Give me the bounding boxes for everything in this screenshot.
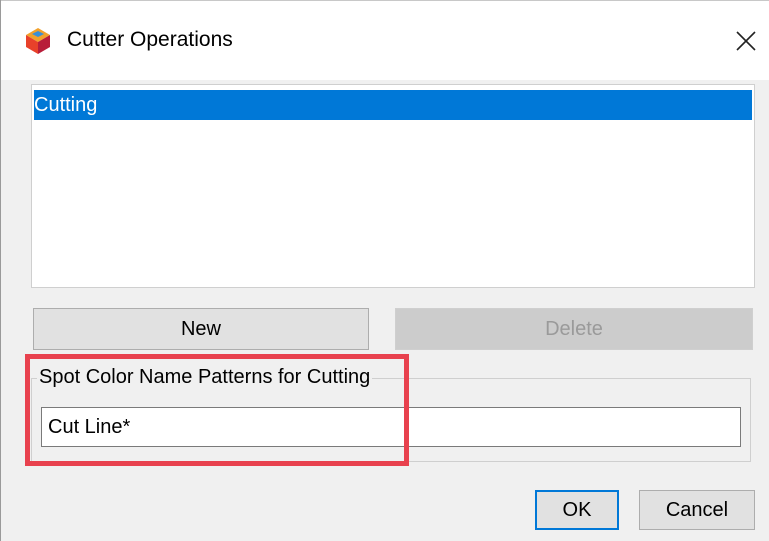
new-button[interactable]: New [33, 308, 369, 350]
cutter-operations-dialog: Cutter Operations Cutting New Delete Spo… [0, 0, 769, 541]
close-button[interactable] [723, 20, 769, 62]
close-icon [736, 31, 756, 51]
delete-button[interactable]: Delete [395, 308, 753, 350]
cancel-button[interactable]: Cancel [639, 490, 755, 530]
operations-listbox[interactable]: Cutting [31, 84, 755, 288]
app-icon [23, 26, 53, 56]
list-item-cutting[interactable]: Cutting [34, 90, 752, 120]
title-bar: Cutter Operations [1, 0, 769, 80]
ok-button[interactable]: OK [535, 490, 619, 530]
window-top-border [1, 0, 769, 1]
window-title: Cutter Operations [67, 28, 233, 51]
list-item-label: Cutting [34, 94, 98, 116]
spot-color-group-label: Spot Color Name Patterns for Cutting [37, 366, 373, 389]
spot-color-pattern-input[interactable] [41, 407, 741, 447]
